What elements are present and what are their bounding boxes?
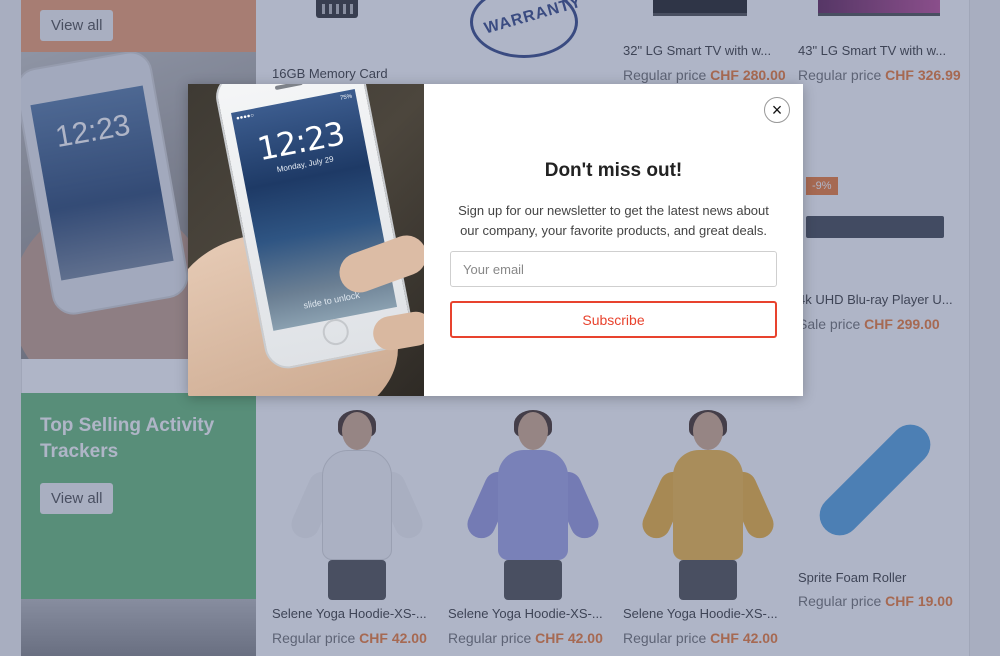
slide-to-unlock: slide to unlock [302,289,361,311]
popup-description: Sign up for our newsletter to get the la… [458,203,769,238]
subscribe-button[interactable]: Subscribe [450,301,777,338]
email-input[interactable] [450,251,777,287]
close-icon[interactable]: × [764,97,790,123]
popup-title: Don't miss out! [544,160,683,181]
newsletter-popup: ●●●●○ 75% 12:23 Monday, July 29 slide to … [188,84,803,396]
popup-phone-image: ●●●●○ 75% 12:23 Monday, July 29 slide to … [188,84,424,396]
